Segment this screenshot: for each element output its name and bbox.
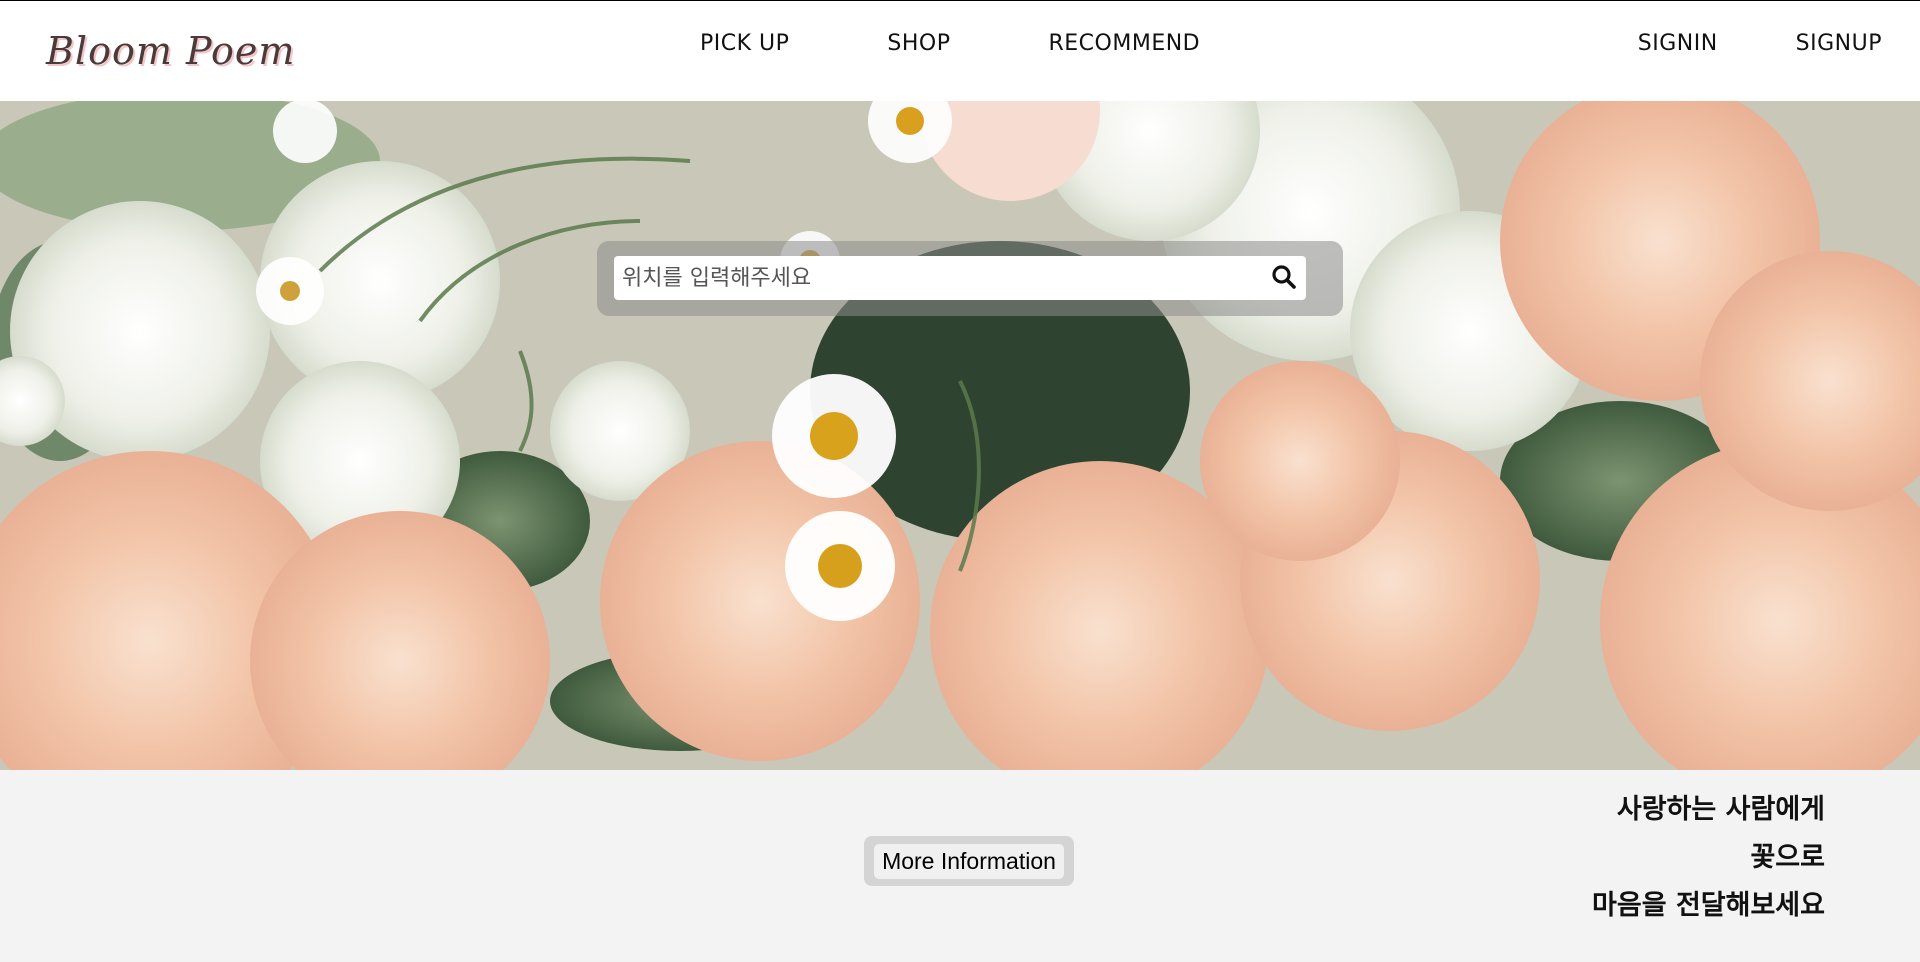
search-icon (1272, 264, 1296, 289)
brand-name: Bloom Poem (46, 29, 296, 73)
nav-recommend[interactable]: RECOMMEND (1049, 31, 1201, 56)
hero-banner (0, 101, 1920, 770)
search-field (614, 256, 1306, 300)
more-information-label: More Information (874, 843, 1064, 879)
auth-links: SIGNIN SIGNUP (1638, 31, 1882, 56)
search-bar (597, 241, 1343, 316)
signup-link[interactable]: SIGNUP (1796, 31, 1882, 56)
nav-pick-up[interactable]: PICK UP (700, 31, 789, 56)
nav-shop[interactable]: SHOP (887, 31, 950, 56)
site-header: Bloom Poem PICK UP SHOP RECOMMEND SIGNIN… (0, 1, 1920, 101)
flower-background-image (0, 101, 1920, 770)
tagline-line-1: 사랑하는 사람에게 (1616, 794, 1825, 825)
tagline: 사랑하는 사람에게 꽃으로 마음을 전달해보세요 (1592, 786, 1825, 930)
search-button[interactable] (1268, 262, 1300, 294)
main-nav: PICK UP SHOP RECOMMEND (700, 31, 1200, 56)
tagline-line-2: 꽃으로 (1750, 842, 1825, 873)
brand-logo[interactable]: Bloom Poem (38, 23, 294, 79)
tagline-line-3: 마음을 전달해보세요 (1592, 890, 1825, 921)
info-panel: More Information 사랑하는 사람에게 꽃으로 마음을 전달해보세… (0, 770, 1920, 962)
search-input[interactable] (614, 256, 1254, 300)
more-information-button[interactable]: More Information (864, 836, 1074, 886)
signin-link[interactable]: SIGNIN (1638, 31, 1718, 56)
